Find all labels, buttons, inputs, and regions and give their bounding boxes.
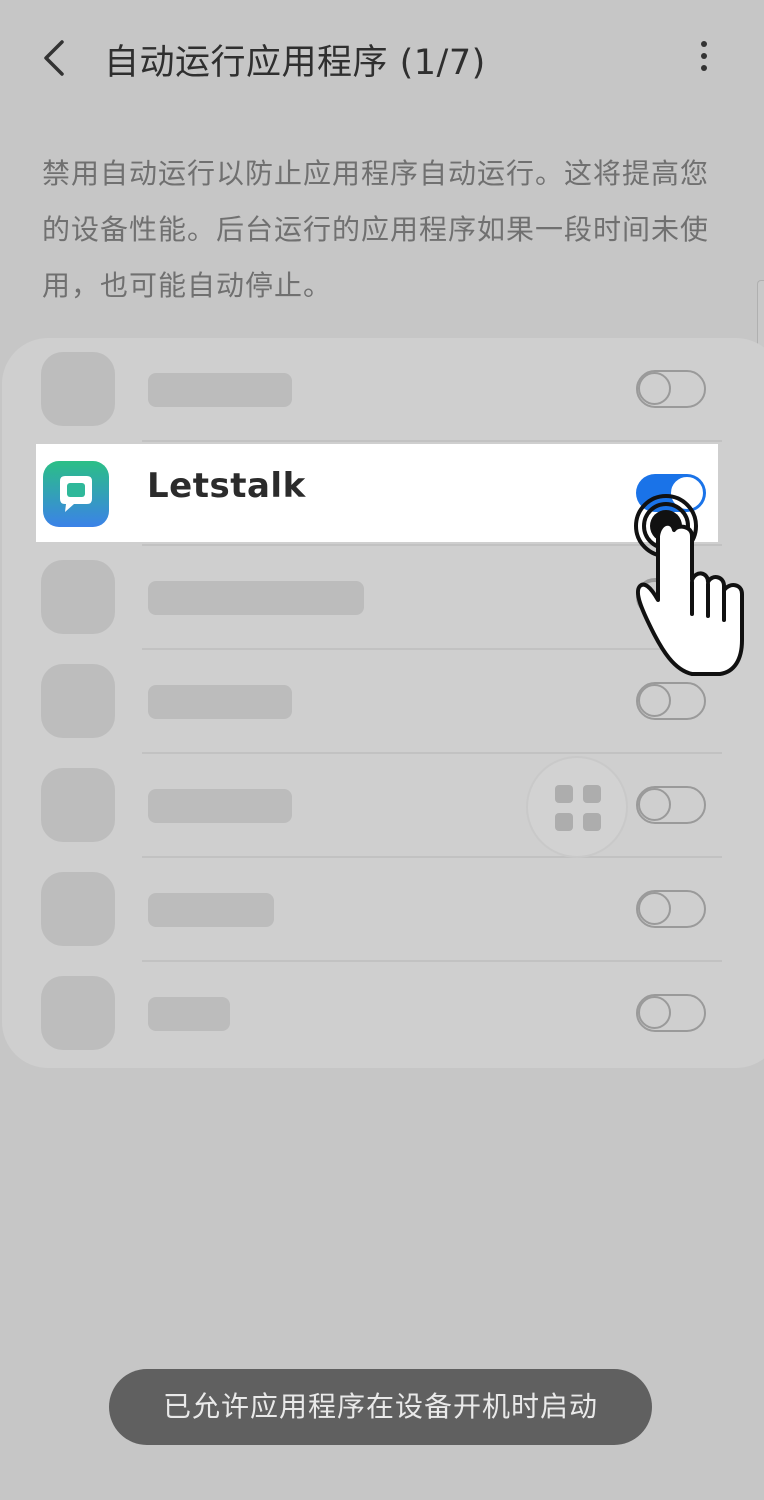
- app-row-letstalk[interactable]: Letstalk: [36, 444, 718, 542]
- app-name-placeholder: [148, 893, 274, 927]
- app-name-placeholder: [148, 789, 292, 823]
- app-row-placeholder: [2, 754, 764, 858]
- auto-run-toggle-on[interactable]: [636, 474, 706, 512]
- app-icon-placeholder: [41, 976, 115, 1050]
- app-name-placeholder: [148, 581, 364, 615]
- app-name-letstalk: Letstalk: [147, 466, 306, 506]
- app-row-placeholder: [2, 962, 764, 1066]
- more-options-icon[interactable]: [690, 38, 718, 78]
- floating-apps-button[interactable]: [526, 756, 628, 858]
- app-icon-placeholder: [41, 664, 115, 738]
- app-row-placeholder: [2, 546, 764, 650]
- auto-run-description: 禁用自动运行以防止应用程序自动运行。这将提高您的设备性能。后台运行的应用程序如果…: [42, 157, 710, 302]
- auto-run-toggle[interactable]: [636, 370, 706, 408]
- toast-message: 已允许应用程序在设备开机时启动: [109, 1369, 652, 1445]
- letstalk-app-icon: [43, 461, 109, 527]
- app-icon-placeholder: [41, 352, 115, 426]
- auto-run-toggle[interactable]: [636, 786, 706, 824]
- auto-run-toggle[interactable]: [636, 578, 706, 616]
- grid-icon: [555, 785, 573, 803]
- auto-run-toggle[interactable]: [636, 890, 706, 928]
- page-title: 自动运行应用程序 (1/7): [104, 43, 486, 83]
- back-chevron-icon[interactable]: [38, 38, 74, 78]
- app-name-placeholder: [148, 997, 230, 1031]
- app-icon-placeholder: [41, 872, 115, 946]
- app-name-placeholder: [148, 685, 292, 719]
- app-name-placeholder: [148, 373, 292, 407]
- app-row-placeholder: [2, 338, 764, 442]
- app-icon-placeholder: [41, 560, 115, 634]
- auto-run-toggle[interactable]: [636, 682, 706, 720]
- app-row-placeholder: [2, 858, 764, 962]
- app-row-placeholder: [2, 650, 764, 754]
- toggle-knob: [669, 475, 705, 511]
- auto-run-toggle[interactable]: [636, 994, 706, 1032]
- top-app-bar: 自动运行应用程序 (1/7): [0, 0, 764, 120]
- app-icon-placeholder: [41, 768, 115, 842]
